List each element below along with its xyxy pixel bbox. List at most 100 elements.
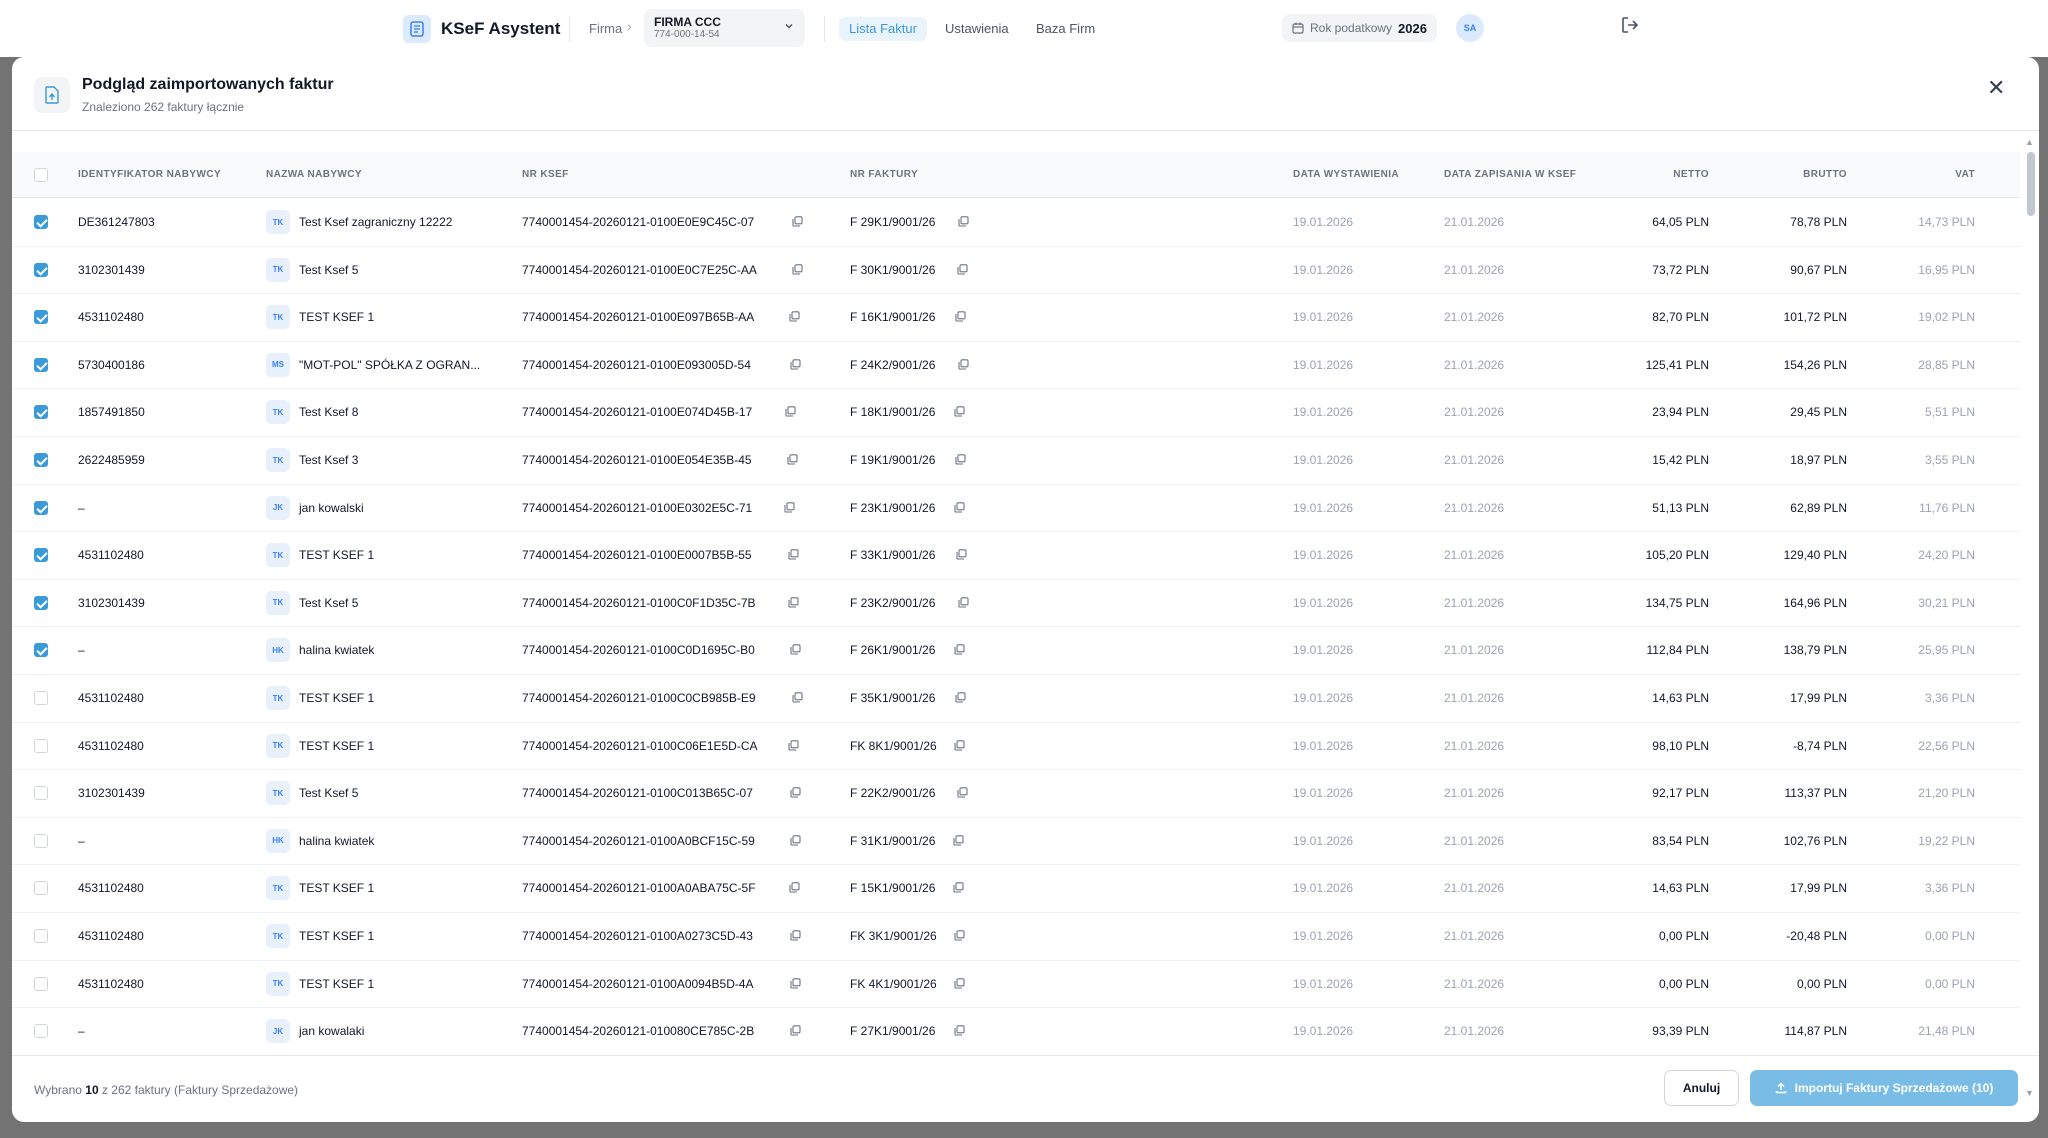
tax-year-select[interactable]: Rok podatkowy 2026 — [1282, 14, 1437, 42]
table-row[interactable]: – JK jan kowalski 7740001454-20260121-0100E… — [12, 485, 2020, 533]
table-row[interactable]: 4531102480 TK TEST KSEF 1 7740001454-202601… — [12, 865, 2020, 913]
table-row[interactable]: 3102301439 TK Test Ksef 5 7740001454-202601… — [12, 580, 2020, 628]
row-checkbox[interactable] — [34, 262, 48, 277]
row-checkbox[interactable] — [34, 976, 48, 991]
row-checkbox[interactable] — [34, 595, 48, 610]
copy-icon[interactable] — [790, 785, 801, 803]
col-invoice[interactable]: NR FAKTURY — [850, 169, 918, 180]
avatar[interactable]: SA — [1456, 14, 1484, 42]
row-checkbox[interactable] — [34, 1024, 48, 1039]
table-row[interactable]: 4531102480 TK TEST KSEF 1 7740001454-202601… — [12, 913, 2020, 961]
copy-icon[interactable] — [953, 833, 964, 851]
copy-icon[interactable] — [790, 976, 801, 994]
net-amount: 92,17 PLN — [1652, 786, 1709, 801]
copy-icon[interactable] — [958, 595, 969, 613]
row-checkbox[interactable] — [34, 738, 48, 753]
logout-icon[interactable] — [1620, 15, 1640, 35]
row-checkbox[interactable] — [34, 691, 48, 705]
row-checkbox[interactable] — [34, 405, 48, 420]
tab-baza-firm[interactable]: Baza Firm — [1036, 17, 1095, 41]
brand[interactable]: KSeF Asystent — [403, 14, 560, 43]
copy-icon[interactable] — [956, 547, 967, 565]
copy-icon[interactable] — [954, 1023, 965, 1041]
copy-icon[interactable] — [953, 880, 964, 898]
copy-icon[interactable] — [787, 452, 798, 470]
table-row[interactable]: 4531102480 TK TEST KSEF 1 7740001454-202601… — [12, 532, 2020, 580]
copy-icon[interactable] — [788, 595, 799, 613]
row-checkbox[interactable] — [34, 548, 48, 563]
col-gross[interactable]: BRUTTO — [1803, 169, 1847, 180]
col-nip[interactable]: IDENTYFIKATOR NABYWCY — [78, 169, 221, 180]
scroll-up-icon[interactable]: ▲ — [2025, 137, 2034, 147]
row-checkbox[interactable] — [34, 357, 48, 372]
invoice-number: F 27K1/9001/26 — [850, 1024, 936, 1039]
copy-icon[interactable] — [954, 738, 965, 756]
table-row[interactable]: 3102301439 TK Test Ksef 5 7740001454-202601… — [12, 247, 2020, 295]
copy-icon[interactable] — [954, 976, 965, 994]
row-checkbox[interactable] — [34, 643, 48, 658]
close-icon[interactable]: ✕ — [1987, 77, 2005, 99]
copy-icon[interactable] — [957, 785, 968, 803]
copy-icon[interactable] — [955, 309, 966, 327]
table-row[interactable]: DE361247803 TK Test Ksef zagraniczny 12222… — [12, 199, 2020, 247]
col-vat[interactable]: VAT — [1955, 169, 1975, 180]
table-row[interactable]: – HK halina kwiatek 7740001454-20260121-010… — [12, 818, 2020, 866]
col-name[interactable]: NAZWA NABYWCY — [266, 169, 362, 180]
cancel-button[interactable]: Anuluj — [1664, 1070, 1739, 1106]
copy-icon[interactable] — [955, 690, 966, 708]
table-row[interactable]: 4531102480 TK TEST KSEF 1 7740001454-202601… — [12, 723, 2020, 771]
copy-icon[interactable] — [792, 214, 803, 232]
row-checkbox[interactable] — [34, 215, 48, 229]
copy-icon[interactable] — [790, 928, 801, 946]
copy-icon[interactable] — [790, 357, 801, 375]
row-checkbox[interactable] — [34, 786, 48, 801]
row-checkbox[interactable] — [34, 310, 48, 325]
table-row[interactable]: – JK jan kowalaki 7740001454-20260121-01008… — [12, 1008, 2020, 1055]
table-row[interactable]: 1857491850 TK Test Ksef 8 7740001454-202601… — [12, 389, 2020, 437]
copy-icon[interactable] — [789, 880, 800, 898]
copy-icon[interactable] — [792, 262, 803, 280]
copy-icon[interactable] — [958, 214, 969, 232]
row-checkbox[interactable] — [34, 929, 48, 943]
table-row[interactable]: 4531102480 TK TEST KSEF 1 7740001454-202601… — [12, 675, 2020, 723]
copy-icon[interactable] — [789, 309, 800, 327]
select-all-checkbox[interactable] — [34, 168, 48, 182]
tab-ustawienia[interactable]: Ustawienia — [945, 17, 1009, 41]
row-checkbox[interactable] — [34, 881, 48, 896]
copy-icon[interactable] — [792, 690, 803, 708]
col-ksef[interactable]: NR KSEF — [522, 169, 569, 180]
import-button[interactable]: Importuj Faktury Sprzedażowe (10) — [1750, 1070, 2018, 1106]
copy-icon[interactable] — [784, 500, 795, 518]
table-row[interactable]: 5730400186 MS "MOT-POL" SPÓŁKA Z OGRAN... 7… — [12, 342, 2020, 390]
scrollbar[interactable]: ▲ ▼ — [2020, 137, 2039, 1098]
table-row[interactable]: – HK halina kwiatek 7740001454-20260121-010… — [12, 627, 2020, 675]
buyer-nip: – — [78, 643, 85, 658]
copy-icon[interactable] — [790, 833, 801, 851]
col-saved-date[interactable]: DATA ZAPISANIA W KSEF — [1444, 169, 1576, 180]
copy-icon[interactable] — [954, 642, 965, 660]
copy-icon[interactable] — [790, 642, 801, 660]
table-row[interactable]: 3102301439 TK Test Ksef 5 7740001454-202601… — [12, 770, 2020, 818]
table-row[interactable]: 2622485959 TK Test Ksef 3 7740001454-202601… — [12, 437, 2020, 485]
copy-icon[interactable] — [957, 262, 968, 280]
copy-icon[interactable] — [954, 404, 965, 422]
copy-icon[interactable] — [958, 357, 969, 375]
copy-icon[interactable] — [954, 928, 965, 946]
copy-icon[interactable] — [788, 547, 799, 565]
tab-lista-faktur[interactable]: Lista Faktur — [839, 17, 927, 41]
col-issue-date[interactable]: DATA WYSTAWIENIA — [1293, 169, 1399, 180]
company-select[interactable]: FIRMA CCC 774-000-14-54 — [644, 9, 805, 47]
row-checkbox[interactable] — [34, 453, 48, 467]
copy-icon[interactable] — [790, 1023, 801, 1041]
copy-icon[interactable] — [788, 738, 799, 756]
copy-icon[interactable] — [785, 404, 796, 422]
col-net[interactable]: NETTO — [1673, 169, 1709, 180]
row-checkbox[interactable] — [34, 500, 48, 515]
ksef-number: 7740001454-20260121-0100E074D45B-17 — [522, 405, 753, 420]
scroll-thumb[interactable] — [2027, 152, 2035, 216]
copy-icon[interactable] — [954, 500, 965, 518]
table-row[interactable]: 4531102480 TK TEST KSEF 1 7740001454-202601… — [12, 294, 2020, 342]
table-row[interactable]: 4531102480 TK TEST KSEF 1 7740001454-202601… — [12, 961, 2020, 1009]
copy-icon[interactable] — [955, 452, 966, 470]
row-checkbox[interactable] — [34, 833, 48, 848]
